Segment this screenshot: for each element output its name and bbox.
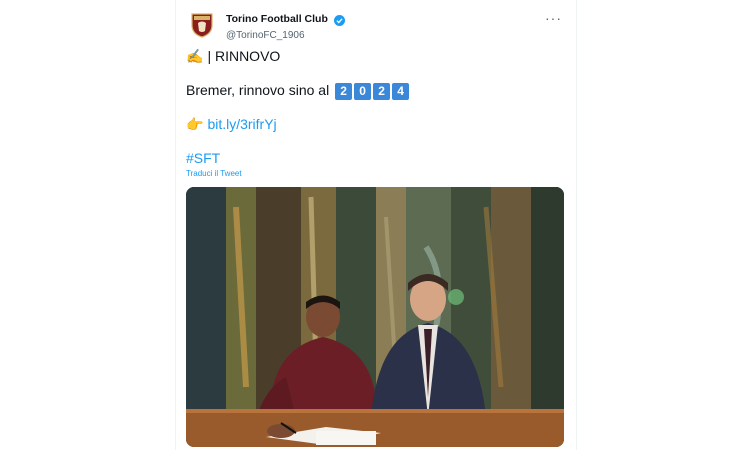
author-handle[interactable]: @TorinoFC_1906 (226, 30, 345, 41)
year-digit-box: 2 (335, 82, 353, 100)
pointing-hand-emoji: 👉 (186, 116, 204, 132)
tweet-photo[interactable] (186, 187, 564, 447)
verified-badge-icon (334, 13, 346, 27)
tweet-line-rinnovo: ✍️ | RINNOVO (186, 48, 280, 65)
translate-tweet-link[interactable]: Traduci il Tweet (186, 169, 242, 178)
writing-hand-emoji: ✍️ (186, 48, 204, 64)
bremer-text: Bremer, rinnovo sino al (186, 82, 330, 98)
tweet-line-bremer: Bremer, rinnovo sino al 2024 (186, 82, 410, 100)
year-digit-box: 2 (373, 82, 391, 100)
torino-crest-icon[interactable] (190, 12, 214, 38)
hashtag-link[interactable]: #SFT (186, 150, 220, 166)
tweet-header: Torino Football Club @TorinoFC_1906 ··· (190, 10, 570, 42)
year-digit-box: 4 (392, 82, 410, 100)
more-options-icon[interactable]: ··· (545, 10, 562, 26)
tweet-line-link: 👉 bit.ly/3rifrYj (186, 116, 277, 133)
signing-photo-illustration (186, 187, 564, 447)
rinnovo-text: | RINNOVO (207, 48, 281, 64)
author-name[interactable]: Torino Football Club (226, 13, 328, 25)
year-digit-box: 0 (354, 82, 372, 100)
author-block[interactable]: Torino Football Club @TorinoFC_1906 (226, 10, 346, 41)
tweet-link[interactable]: bit.ly/3rifrYj (207, 116, 276, 132)
